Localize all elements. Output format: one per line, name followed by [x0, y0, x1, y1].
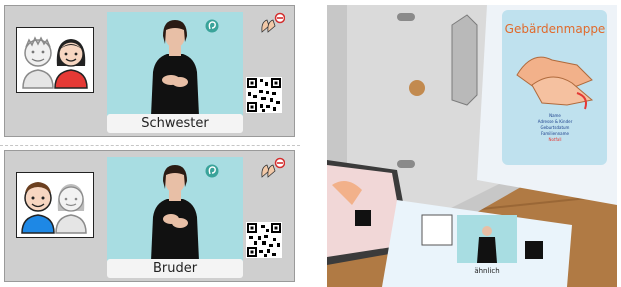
- sign-language-video[interactable]: [107, 157, 243, 261]
- sign-card-schwester: Schwester: [4, 5, 295, 137]
- two-people-sister-highlighted-icon: [22, 36, 88, 89]
- folder-photo: Gebärdenmappe Name Adresse & Kinder Gebu…: [327, 5, 617, 287]
- folder-line: Familienname: [541, 131, 569, 136]
- folder-photo-illustration: Gebärdenmappe Name Adresse & Kinder Gebu…: [327, 5, 617, 287]
- qr-code-icon[interactable]: [246, 222, 282, 258]
- cut-line: [0, 145, 300, 146]
- small-card-caption: ähnlich: [474, 267, 499, 275]
- interpreter-figure: [151, 20, 199, 116]
- folder-line: Notfall: [548, 137, 561, 142]
- qr-code-icon[interactable]: [246, 77, 282, 113]
- sign-card-bruder: Bruder: [4, 150, 295, 282]
- folder-line: Geburtsdatum: [541, 125, 570, 130]
- deaf-ear-icon: [205, 19, 219, 33]
- deaf-ear-icon: [205, 164, 219, 178]
- signing-hands-icon: [261, 12, 285, 33]
- card-caption: Schwester: [107, 114, 243, 133]
- symbol-box: [16, 27, 94, 93]
- card-caption: Bruder: [107, 259, 243, 278]
- symbol-box: [16, 172, 94, 238]
- two-people-brother-highlighted-icon: [21, 182, 87, 234]
- sign-language-video[interactable]: [107, 12, 243, 116]
- interpreter-figure: [151, 165, 199, 261]
- folder-line: Adresse & Kinder: [538, 119, 573, 124]
- signing-hands-icon: [261, 157, 285, 178]
- folder-line: Name: [549, 113, 561, 118]
- folder-title: Gebärdenmappe: [505, 22, 606, 36]
